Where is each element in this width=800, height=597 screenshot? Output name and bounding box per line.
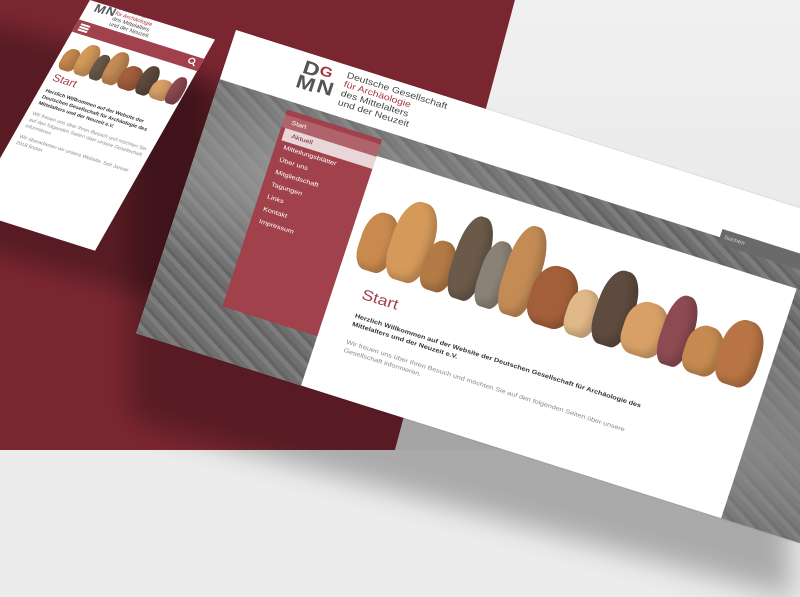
hamburger-icon[interactable]: [77, 23, 91, 34]
logo-mark: D G M N: [293, 56, 344, 101]
page-title: Start: [359, 286, 401, 314]
logo-letter: N: [313, 74, 337, 101]
search-icon[interactable]: [186, 57, 200, 68]
mobile-page-title: Start: [50, 72, 80, 91]
pottery-vessel: [709, 314, 771, 392]
